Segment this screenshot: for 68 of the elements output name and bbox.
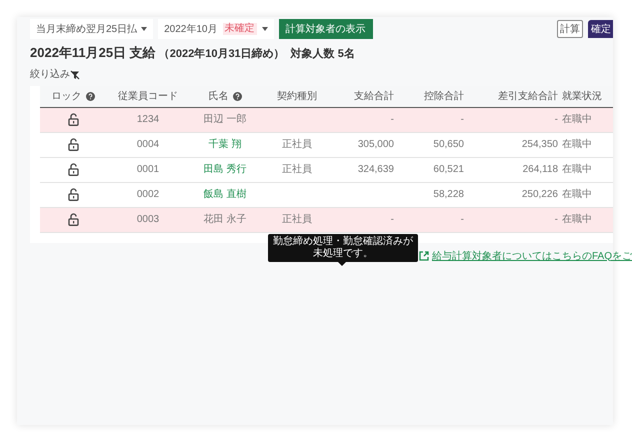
table-cell-text: 在職中 xyxy=(562,212,592,227)
table-cell-text: - xyxy=(460,213,464,227)
pay-rule-dropdown[interactable]: 当月末締め翌月25日払 xyxy=(30,19,154,39)
table-cell-text: - xyxy=(460,113,464,127)
table-cell-text: 50,650 xyxy=(433,138,464,152)
table-cell-text: 在職中 xyxy=(562,138,592,152)
unlocked-padlock-icon xyxy=(68,138,78,151)
external-link-icon[interactable] xyxy=(418,251,429,261)
month-dropdown[interactable]: 2022年10月 未確定 xyxy=(158,19,274,39)
caret-icon xyxy=(141,27,148,31)
table-cell-text: 在職中 xyxy=(562,188,592,202)
column-header: 氏名 xyxy=(208,90,228,104)
calculate-button[interactable]: 計算 xyxy=(557,20,583,38)
table-cell-text: 0001 xyxy=(136,163,160,177)
target-count: 対象人数 5名 xyxy=(290,46,355,62)
table-cell-text: 在職中 xyxy=(562,112,592,127)
table-cell-text: 0002 xyxy=(136,188,160,202)
table-cell-text: 0004 xyxy=(136,138,160,152)
closing-date: （2022年10月31日締め） xyxy=(158,46,285,62)
table-cell-text: 324,639 xyxy=(358,163,394,177)
table-cell-text: - xyxy=(554,213,558,227)
caret-icon xyxy=(262,27,268,31)
table-cell-text: 264,118 xyxy=(522,163,558,177)
table-cell-text: 0003 xyxy=(136,213,160,227)
filter-clear-icon[interactable] xyxy=(70,70,80,80)
unlocked-padlock-icon xyxy=(68,163,78,176)
table-cell-text: 250,226 xyxy=(522,188,558,202)
faq-link[interactable]: 給与計算対象者についてはこちらのFAQをご xyxy=(432,248,632,264)
column-header: ロック xyxy=(52,90,82,104)
column-header: 従業員コード xyxy=(118,90,178,104)
filter-label[interactable]: 絞り込み xyxy=(30,67,70,82)
help-icon[interactable] xyxy=(86,92,94,100)
table-cell-text: - xyxy=(554,113,558,127)
table-cell-text: - xyxy=(390,113,394,127)
confirm-button[interactable]: 確定 xyxy=(588,20,613,38)
page-title: 2022年11月25日 支給 xyxy=(30,44,156,62)
unlocked-padlock-icon xyxy=(68,188,78,201)
employee-row[interactable]: 1234 田辺 一郎 - - - 在職中 xyxy=(40,108,613,132)
column-header: 就業状況 xyxy=(562,90,602,104)
column-header: 契約種別 xyxy=(277,90,317,104)
employee-row[interactable]: 0002 飯島 直樹 58,228 250,226 在職中 xyxy=(40,182,613,208)
help-icon[interactable] xyxy=(232,92,242,100)
employee-name[interactable]: 千葉 翔 xyxy=(208,137,242,152)
employee-name[interactable]: 飯島 直樹 xyxy=(204,187,246,202)
column-header: 控除合計 xyxy=(424,90,464,104)
column-header: 支給合計 xyxy=(354,90,394,104)
employee-name: 花田 永子 xyxy=(204,212,246,227)
status-badge: 未確定 xyxy=(222,23,256,35)
table-cell-text: 正社員 xyxy=(282,162,312,177)
month-value: 2022年10月 xyxy=(164,22,218,36)
table-cell-text: 正社員 xyxy=(282,212,312,227)
table-cell-text: 正社員 xyxy=(282,138,312,152)
employee-row[interactable]: 0003 花田 永子 正社員 - - - 在職中 xyxy=(40,208,613,232)
table-cell-text: 60,521 xyxy=(433,163,464,177)
table-cell-text: - xyxy=(390,213,394,227)
employee-name: 田辺 一郎 xyxy=(204,112,246,127)
show-targets-button[interactable]: 計算対象者の表示 xyxy=(278,19,372,39)
employee-row[interactable]: 0001 田島 秀行 正社員 324,639 60,521 264,118 在職中 xyxy=(40,158,613,182)
unlocked-padlock-icon xyxy=(68,113,78,126)
table-cell-text: 在職中 xyxy=(562,162,592,177)
table-cell-text: 58,228 xyxy=(433,188,464,202)
unlocked-padlock-icon xyxy=(68,213,78,226)
employee-row[interactable]: 0004 千葉 翔 正社員 305,000 50,650 254,350 在職中 xyxy=(40,132,613,158)
column-header: 差引支給合計 xyxy=(498,90,558,104)
table-cell-text: 1234 xyxy=(136,113,160,127)
table-cell-text: 305,000 xyxy=(358,138,394,152)
employee-name[interactable]: 田島 秀行 xyxy=(204,162,246,177)
table-cell-text: 254,350 xyxy=(522,138,558,152)
